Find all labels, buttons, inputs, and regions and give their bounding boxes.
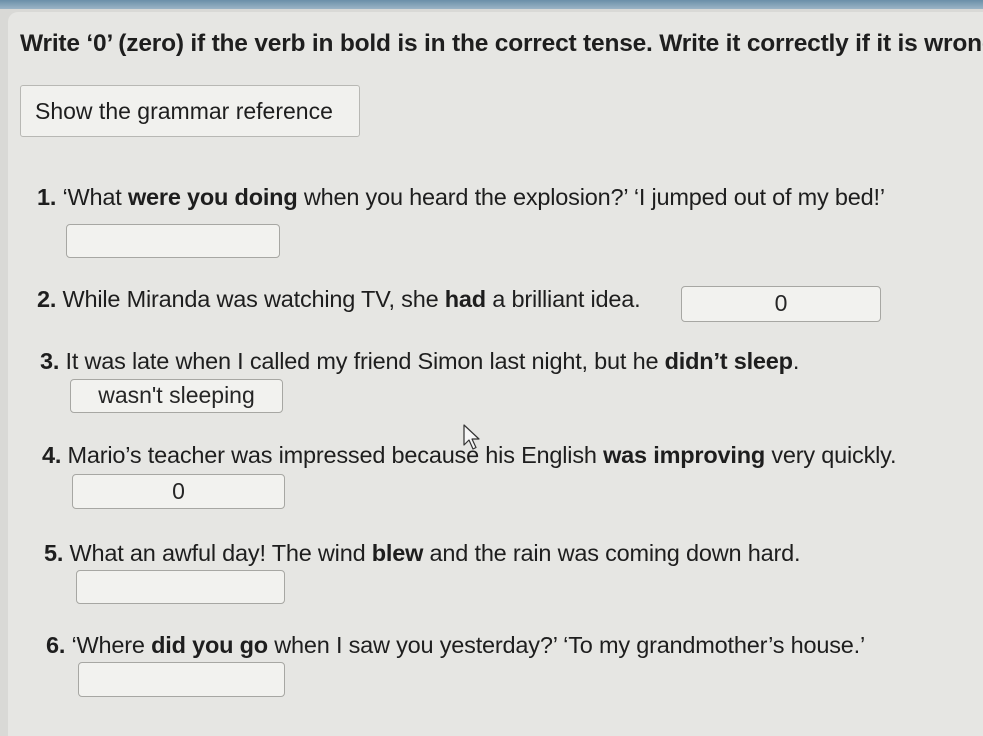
question-3: 3. It was late when I called my friend S… — [40, 348, 799, 375]
question-bold-verb: were you doing — [127, 184, 298, 210]
top-accent-bar — [0, 0, 983, 9]
question-1: 1. ‘What were you doing when you heard t… — [37, 184, 885, 211]
question-text: ‘Where — [65, 632, 152, 658]
answer-field-4[interactable]: 0 — [72, 474, 285, 509]
mouse-pointer-icon — [463, 424, 480, 450]
question-text: ‘What — [56, 184, 128, 210]
question-number: 4. — [42, 442, 62, 468]
question-bold-verb: was improving — [603, 442, 766, 468]
answer-field-3[interactable]: wasn't sleeping — [70, 379, 283, 413]
answer-field-6[interactable] — [78, 662, 285, 697]
question-bold-verb: didn’t sleep — [664, 348, 793, 374]
question-number: 6. — [46, 632, 66, 658]
question-text: . — [792, 348, 800, 374]
question-6: 6. ‘Where did you go when I saw you yest… — [46, 632, 865, 659]
question-bold-verb: did you go — [151, 632, 268, 658]
instruction-part1: Write ‘0’ (zero) if the verb in — [20, 30, 340, 57]
question-number: 5. — [44, 540, 64, 566]
question-text: and the rain was coming down hard. — [423, 540, 801, 566]
question-text: What an awful day! The wind — [63, 540, 372, 566]
question-text: when you heard the explosion?’ ‘I jumped… — [297, 184, 885, 210]
answer-field-2[interactable]: 0 — [681, 286, 881, 322]
question-text: While Miranda was watching TV, she — [56, 286, 445, 312]
question-text: when I saw you yesterday?’ ‘To my grandm… — [267, 632, 865, 658]
question-text: Mario’s teacher was impressed because hi… — [61, 442, 604, 468]
answer-field-5[interactable] — [76, 570, 285, 604]
question-text: very quickly. — [765, 442, 897, 468]
question-number: 3. — [40, 348, 60, 374]
instruction-text: Write ‘0’ (zero) if the verb in bold is … — [20, 30, 983, 58]
answer-field-1[interactable] — [66, 224, 280, 258]
question-number: 1. — [37, 184, 57, 210]
question-5: 5. What an awful day! The wind blew and … — [44, 540, 800, 567]
question-text: It was late when I called my friend Simo… — [59, 348, 665, 374]
question-text: a brilliant idea. — [485, 286, 641, 312]
question-number: 2. — [37, 286, 57, 312]
question-bold-verb: blew — [371, 540, 424, 566]
question-2: 2. While Miranda was watching TV, she ha… — [37, 286, 641, 313]
instruction-bold-word: bold — [339, 30, 391, 57]
instruction-part2: is in the correct tense. Write it correc… — [390, 30, 983, 57]
show-grammar-reference-button[interactable]: Show the grammar reference — [20, 85, 360, 137]
question-bold-verb: had — [444, 286, 486, 312]
